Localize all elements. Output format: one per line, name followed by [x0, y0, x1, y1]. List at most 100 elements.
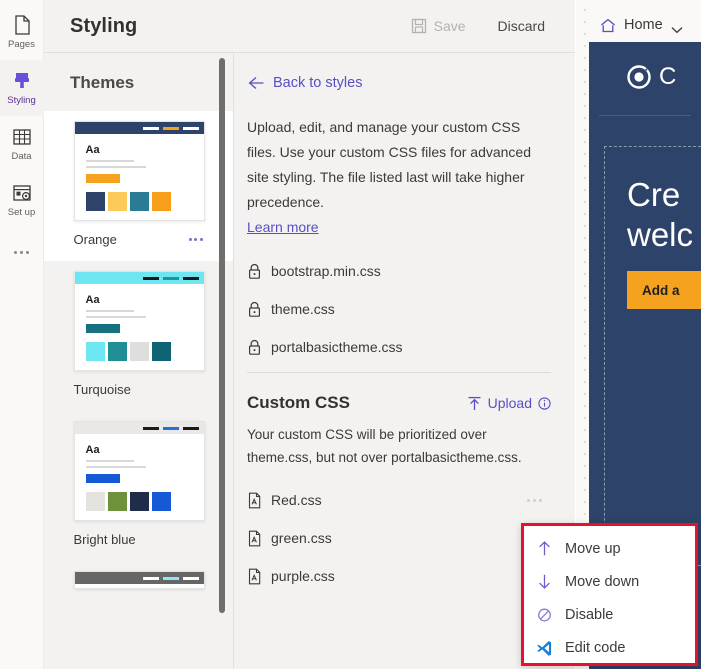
intro-text: Upload, edit, and manage your custom CSS… — [247, 119, 532, 210]
file-overflow-button[interactable] — [527, 498, 551, 502]
list-item[interactable]: bootstrap.min.css — [247, 258, 551, 284]
theme-card-orange[interactable]: Aa Orange — [44, 111, 234, 261]
circle-logo-icon — [626, 64, 652, 90]
discard-button[interactable]: Discard — [482, 10, 561, 42]
theme-swatch — [129, 192, 149, 211]
list-item[interactable]: purple.css — [247, 563, 551, 589]
home-label: Home — [624, 17, 663, 33]
sidebar-item-label: Set up — [7, 207, 36, 218]
theme-swatch — [151, 492, 171, 511]
upload-button[interactable]: Upload — [467, 395, 551, 411]
list-item[interactable]: theme.css — [247, 296, 551, 322]
upload-label: Upload — [487, 395, 532, 411]
theme-meta: Turquoise — [74, 382, 205, 397]
list-item[interactable]: green.css — [247, 525, 551, 551]
ellipsis-icon — [199, 238, 203, 241]
nav-link-swatch — [162, 576, 179, 580]
menu-item-disable[interactable]: Disable — [524, 598, 695, 631]
list-item[interactable]: Red.css — [247, 487, 551, 513]
theme-swatch — [85, 342, 105, 361]
save-button[interactable]: Save — [395, 10, 482, 42]
chevron-down-icon — [671, 21, 683, 34]
learn-more-link[interactable]: Learn more — [247, 215, 319, 240]
theme-text-line — [85, 316, 146, 318]
theme-preview — [73, 571, 205, 589]
sidebar-item-pages[interactable]: Pages — [0, 4, 44, 60]
nav-link-swatch — [142, 426, 159, 430]
info-circle-icon[interactable] — [538, 396, 551, 410]
nav-link-swatch — [142, 576, 159, 580]
ellipsis-icon — [26, 250, 29, 254]
theme-swatch-row — [85, 342, 171, 361]
theme-swatch — [129, 342, 149, 361]
theme-button-chip — [85, 174, 120, 183]
site-brand-name: C — [659, 63, 677, 90]
theme-card-bright-blue[interactable]: Aa Bright blue — [44, 411, 234, 561]
hero-cta-button[interactable]: Add a — [627, 271, 701, 309]
page-selector-home[interactable]: Home — [589, 8, 701, 42]
file-name: Red.css — [271, 492, 322, 508]
theme-sample-text: Aa — [85, 294, 100, 306]
site-header-rule — [599, 115, 691, 116]
theme-button-chip — [85, 324, 120, 333]
list-item[interactable]: portalbasictheme.css — [247, 334, 551, 360]
hero-section[interactable]: Cre welc Add a — [604, 146, 701, 566]
file-context-menu: Move up Move down Disable Edit code — [521, 523, 698, 666]
nav-link-swatch — [162, 426, 179, 430]
theme-overflow-button[interactable] — [188, 238, 205, 241]
styling-header: Styling Save Discard — [44, 0, 575, 53]
nav-link-swatch — [182, 126, 199, 130]
site-logo-row: C — [589, 42, 701, 91]
rail-overflow-button[interactable] — [0, 228, 44, 276]
menu-item-move-up[interactable]: Move up — [524, 532, 695, 565]
theme-button-chip — [85, 474, 120, 483]
arrow-left-icon — [248, 76, 264, 90]
ellipsis-icon — [20, 250, 23, 254]
sidebar-item-data[interactable]: Data — [0, 116, 44, 172]
theme-preview: Aa — [73, 271, 205, 371]
custom-css-description: Your custom CSS will be prioritized over… — [247, 427, 522, 465]
upload-icon — [467, 396, 482, 411]
sidebar-item-label: Styling — [7, 95, 36, 106]
menu-item-edit-code[interactable]: Edit code — [524, 631, 695, 664]
css-file-icon — [247, 492, 262, 509]
table-icon — [11, 126, 33, 148]
arrow-down-icon — [536, 573, 553, 590]
ellipsis-icon — [188, 238, 192, 241]
theme-meta: Bright blue — [74, 532, 205, 547]
sidebar-item-styling[interactable]: Styling — [0, 60, 44, 116]
menu-item-move-down[interactable]: Move down — [524, 565, 695, 598]
theme-sample-text: Aa — [85, 444, 100, 456]
nav-link-swatch — [182, 576, 199, 580]
themes-panel: Themes Aa Orange Aa Turquoise Aa Bright … — [44, 53, 234, 669]
back-to-styles-link[interactable]: Back to styles — [247, 75, 551, 91]
theme-swatch — [85, 192, 105, 211]
system-file-list: bootstrap.min.css theme.css portalbasict… — [247, 258, 551, 360]
theme-card-partial[interactable] — [44, 561, 234, 603]
theme-swatch-row — [85, 492, 171, 511]
custom-css-heading: Custom CSS — [247, 393, 350, 412]
custom-file-list: Red.css green.css purple.css — [247, 487, 551, 589]
themes-scrollbar[interactable] — [219, 58, 225, 613]
menu-item-label: Move down — [565, 573, 640, 590]
menu-item-label: Edit code — [565, 639, 626, 656]
theme-card-turquoise[interactable]: Aa Turquoise — [44, 261, 234, 411]
theme-nav-bar — [74, 422, 204, 434]
ellipsis-icon — [194, 238, 197, 241]
back-label: Back to styles — [273, 75, 363, 91]
ellipsis-icon — [527, 498, 530, 502]
hero-heading: Cre welc — [627, 175, 701, 255]
theme-nav-bar — [74, 122, 204, 134]
page-icon — [11, 14, 33, 36]
theme-swatch — [151, 192, 171, 211]
theme-nav-bar — [74, 572, 204, 584]
css-file-icon — [247, 530, 262, 547]
css-file-icon — [247, 568, 262, 585]
page-title: Styling — [70, 14, 138, 37]
ellipsis-icon — [14, 250, 17, 254]
file-name: green.css — [271, 530, 332, 546]
theme-swatch — [85, 492, 105, 511]
ellipsis-icon — [533, 498, 536, 502]
theme-text-line — [85, 310, 134, 312]
sidebar-item-setup[interactable]: Set up — [0, 172, 44, 228]
